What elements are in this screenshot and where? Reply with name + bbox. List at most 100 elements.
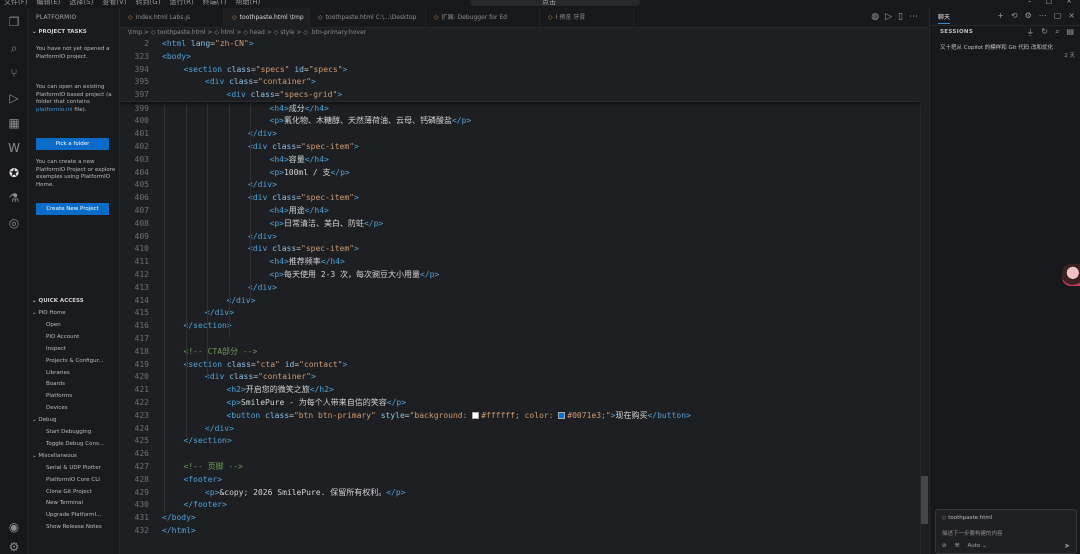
tree-item[interactable]: PlatformIO Core CLI — [46, 477, 100, 483]
code-line[interactable]: 407 <h4>用途</h4> — [120, 205, 920, 218]
chat-settings-icon[interactable]: ⚙ — [1025, 11, 1032, 20]
close-panel-icon[interactable]: × — [1068, 11, 1075, 20]
tree-item[interactable]: New Terminal — [46, 500, 83, 506]
code-line[interactable]: 405 </div> — [120, 179, 920, 192]
tree-item[interactable]: Serial & UDP Plotter — [46, 465, 101, 471]
avatar[interactable] — [1062, 264, 1080, 286]
collapse-icon[interactable]: ▤ — [1066, 27, 1074, 38]
tree-item[interactable]: Boards — [46, 381, 65, 387]
platformio-icon[interactable]: ✪ — [7, 166, 21, 180]
chat-input-box[interactable]: ◇ toothpaste.html 描述下一步要构建的内容 ⊘ ⚒ Auto ⌄ … — [935, 509, 1077, 554]
line-number[interactable]: 408 — [120, 218, 149, 231]
source-control-icon[interactable]: ⑂ — [7, 66, 21, 80]
line-number[interactable]: 428 — [120, 474, 149, 487]
tree-item[interactable]: Platforms — [46, 393, 72, 399]
editor-scrollbar-thumb[interactable] — [921, 476, 928, 524]
line-number[interactable]: 2 — [120, 38, 149, 51]
code-line[interactable]: 408 <p>日常清洁、美白、防蛀</p> — [120, 218, 920, 231]
create-new-project-button[interactable]: Create New Project — [36, 203, 109, 215]
line-number[interactable]: 421 — [120, 384, 149, 397]
line-number[interactable]: 429 — [120, 487, 149, 500]
run-icon[interactable]: ▷ — [885, 12, 892, 22]
maximize-icon[interactable]: □ — [1046, 0, 1053, 5]
line-number[interactable]: 411 — [120, 256, 149, 269]
tree-item[interactable]: PIO Account — [46, 334, 79, 340]
split-editor-icon[interactable]: ▯ — [898, 12, 903, 22]
line-number[interactable]: 432 — [120, 525, 149, 538]
line-number[interactable]: 413 — [120, 282, 149, 295]
code-line[interactable]: 431 </body> — [120, 512, 920, 525]
sticky-line[interactable]: 323 <body> — [120, 51, 920, 64]
menu-item[interactable]: 查看(V) — [102, 0, 126, 7]
remote-icon[interactable]: ◎ — [7, 216, 21, 230]
sticky-scroll-header[interactable]: 2 <html lang="zh-CN"> 323 <body> 394 <section… — [120, 38, 920, 102]
settings-gear-icon[interactable]: ⚙ — [7, 540, 21, 554]
tree-item[interactable]: Open — [46, 322, 61, 328]
tree-item[interactable]: Toggle Debug Cons... — [46, 441, 104, 447]
line-number[interactable]: 422 — [120, 397, 149, 410]
breadcrumb[interactable]: \tmp > ◇ toothpaste.html > ◇ html > ◇ he… — [120, 28, 928, 38]
menu-item[interactable]: 帮助(H) — [236, 0, 261, 7]
code-line[interactable]: 424 </div> — [120, 423, 920, 436]
tree-group-miscellaneous[interactable]: ⌄ Miscellaneous — [32, 453, 77, 459]
line-number[interactable]: 401 — [120, 128, 149, 141]
project-tasks-header[interactable]: ⌄ PROJECT TASKS — [32, 29, 87, 35]
line-number[interactable]: 412 — [120, 269, 149, 282]
editor-tab[interactable]: ◇ toothpaste.html C:\...\Desktop — [310, 8, 426, 28]
line-number[interactable]: 425 — [120, 435, 149, 448]
tree-item[interactable]: Libraries — [46, 370, 70, 376]
line-number[interactable]: 403 — [120, 154, 149, 167]
line-number[interactable]: 416 — [120, 320, 149, 333]
chat-input-placeholder[interactable]: 描述下一步要构建的内容 — [942, 529, 1003, 537]
attach-icon[interactable]: ⊘ — [942, 543, 947, 549]
more-actions-icon[interactable]: ⋯ — [909, 12, 918, 22]
code-line[interactable]: 414 </div> — [120, 295, 920, 308]
code-line[interactable]: 402 <div class="spec-item"> — [120, 141, 920, 154]
line-number[interactable]: 418 — [120, 346, 149, 359]
send-icon[interactable]: ➤ — [1064, 542, 1070, 550]
code-line[interactable]: 429 <p>&copy; 2026 SmilePure. 保留所有权利。</p> — [120, 487, 920, 500]
attached-file-chip[interactable]: ◇ toothpaste.html — [942, 515, 992, 521]
tree-item[interactable]: Projects & Configur... — [46, 358, 104, 364]
line-number[interactable]: 406 — [120, 192, 149, 205]
code-line[interactable]: 399 <h4>成分</h4> — [120, 103, 920, 116]
pick-folder-button[interactable]: Pick a folder — [36, 138, 109, 150]
code-line[interactable]: 416</section> — [120, 320, 920, 333]
filter-icon[interactable]: ⏚ — [1026, 27, 1034, 38]
chat-more-icon[interactable]: ⋯ — [1039, 11, 1047, 20]
code-line[interactable]: 410 <div class="spec-item"> — [120, 243, 920, 256]
code-line[interactable]: 430 </footer> — [120, 499, 920, 512]
line-number[interactable]: 394 — [120, 64, 149, 77]
wolfram-icon[interactable]: W — [7, 141, 21, 155]
line-number[interactable]: 400 — [120, 115, 149, 128]
line-number[interactable]: 430 — [120, 499, 149, 512]
line-number[interactable]: 405 — [120, 179, 149, 192]
tree-item[interactable]: Inspect — [46, 346, 66, 352]
history-icon[interactable]: ⟲ — [1011, 11, 1018, 20]
close-icon[interactable]: × — [1066, 0, 1072, 5]
mode-picker[interactable]: Auto ⌄ — [968, 543, 987, 549]
chat-tab[interactable]: 聊天 — [938, 12, 951, 24]
search-icon[interactable]: ⌕ — [7, 41, 21, 55]
menu-item[interactable]: 文件(F) — [4, 0, 28, 7]
sticky-line[interactable]: 395 <div class="container"> — [120, 76, 920, 89]
extensions-icon[interactable]: ▦ — [7, 116, 21, 130]
testing-icon[interactable]: ⚗ — [7, 191, 21, 205]
tree-group-debug[interactable]: ⌄ Debug — [32, 417, 56, 423]
tree-item[interactable]: Show Release Notes — [46, 524, 102, 530]
line-number[interactable]: 419 — [120, 359, 149, 372]
tree-item[interactable]: Devices — [46, 405, 68, 411]
code-line[interactable]: 403 <h4>容量</h4> — [120, 154, 920, 167]
code-line[interactable]: 413 </div> — [120, 282, 920, 295]
menu-item[interactable]: 运行(R) — [169, 0, 193, 7]
tree-group-pio-home[interactable]: ⌄ PIO Home — [32, 310, 66, 316]
menu-item[interactable]: 终端(T) — [203, 0, 227, 7]
search-sessions-icon[interactable]: ⌕ — [1055, 27, 1059, 38]
quick-access-header[interactable]: ⌄ QUICK ACCESS — [32, 298, 84, 304]
sticky-line[interactable]: 394 <section class="specs" id="specs"> — [120, 64, 920, 77]
session-item[interactable]: 又十把从 Copilot 的模样和 Git 代码 改和优化 2 天 — [940, 44, 1075, 59]
editor-tab[interactable]: ◇ toothpaste.html \tmp — [224, 8, 310, 28]
line-number[interactable]: 420 — [120, 371, 149, 384]
tree-item[interactable]: Clone Git Project — [46, 489, 92, 495]
new-chat-icon[interactable]: + — [997, 11, 1004, 20]
